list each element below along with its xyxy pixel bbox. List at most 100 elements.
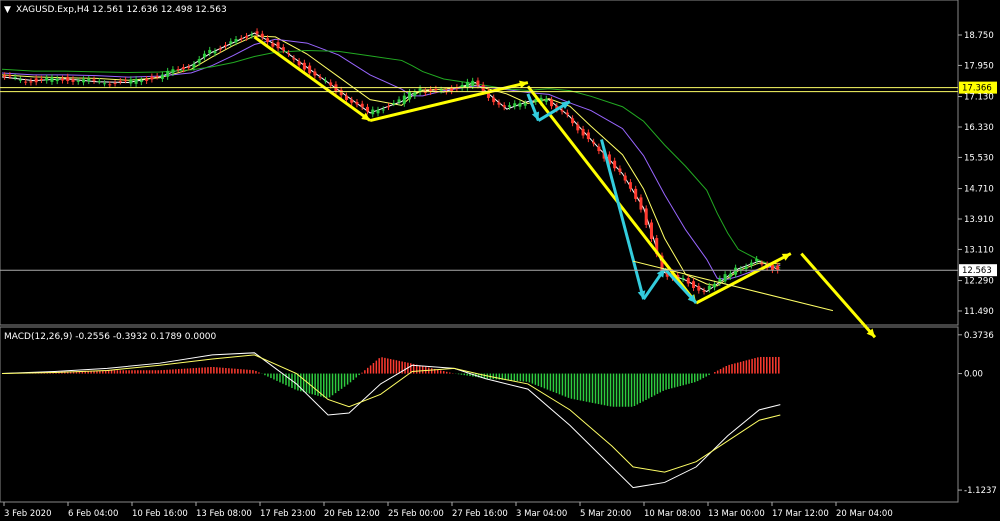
price-tick-label: 14.710: [964, 185, 994, 195]
candle-body: [618, 168, 622, 172]
candle-body: [323, 80, 327, 82]
time-tick-label: 3 Feb 2020: [4, 509, 52, 519]
candle-body: [234, 39, 238, 43]
candle-body: [544, 98, 548, 102]
candle-body: [760, 263, 764, 265]
candle-body: [408, 92, 412, 100]
candle-body: [166, 70, 170, 77]
collapse-triangle-icon[interactable]: ▼: [4, 5, 11, 15]
candle-body: [744, 266, 748, 270]
candle-body: [723, 274, 727, 282]
candle-body: [192, 64, 196, 68]
candle-body: [92, 79, 96, 81]
candle-body: [202, 53, 206, 58]
time-tick-label: 10 Feb 16:00: [132, 509, 188, 519]
candle-body: [287, 53, 291, 55]
candle-body: [713, 283, 717, 288]
time-tick-label: 20 Mar 04:00: [836, 509, 893, 519]
candle-body: [749, 262, 753, 266]
candle-body: [171, 69, 175, 73]
candle-body: [218, 48, 222, 50]
candle-body: [103, 83, 107, 85]
horizontal-levels: 17.36612.563: [0, 81, 997, 277]
candle-body: [118, 81, 122, 83]
candle-body: [597, 146, 601, 152]
candle-body: [29, 81, 33, 83]
price-tick-label: 17.950: [964, 61, 994, 71]
candle-body: [229, 41, 233, 44]
candle-body: [308, 65, 312, 74]
candle-body: [113, 83, 117, 85]
candle-body: [649, 222, 653, 239]
candle-body: [8, 75, 12, 77]
ma-purple-line: [1, 38, 781, 280]
candle-body: [502, 105, 506, 108]
candle-body: [376, 109, 380, 114]
candle-body: [755, 259, 759, 262]
candle-body: [639, 197, 643, 210]
ma-yellow-line: [1, 35, 781, 287]
candle-body: [434, 88, 438, 91]
price-tick-label: 12.290: [964, 277, 994, 287]
arrow-drop-1: [253, 35, 371, 122]
candle-body: [497, 102, 501, 105]
candle-body: [550, 99, 554, 107]
candle-body: [439, 89, 443, 91]
candle-body: [360, 103, 364, 107]
macd-panel-frame: [0, 326, 959, 503]
candle-body: [465, 81, 469, 88]
macd-tick-label: 0.00: [964, 370, 983, 380]
time-tick-label: 5 Mar 20:00: [580, 509, 631, 519]
candle-body: [387, 106, 391, 108]
trend-line: [632, 260, 834, 312]
candle-body: [281, 47, 285, 51]
candle-body: [318, 77, 322, 79]
time-tick-label: 10 Mar 08:00: [644, 509, 701, 519]
candle-body: [339, 89, 343, 96]
candle-body: [581, 128, 585, 136]
candle-body: [350, 99, 354, 103]
candle-body: [481, 84, 485, 92]
candle-body: [344, 95, 348, 101]
price-tick-label: 16.330: [964, 123, 994, 133]
candle-body: [492, 97, 496, 103]
time-tick-label: 3 Mar 04:00: [516, 509, 567, 519]
candle-body: [129, 79, 133, 84]
candle-body: [518, 103, 522, 107]
candle-body: [145, 78, 149, 81]
price-tick-label: 15.530: [964, 153, 994, 163]
candle-body: [392, 103, 396, 105]
symbol-header: XAGUSD.Exp,H4 12.561 12.636 12.498 12.56…: [16, 5, 227, 15]
candle-body: [507, 105, 511, 107]
price-tick-label: 13.110: [964, 245, 994, 255]
arrow-cyan-3: [600, 139, 646, 300]
candle-body: [692, 281, 696, 289]
candle-body: [250, 34, 254, 36]
macd-histogram: [2, 356, 780, 407]
candle-body: [3, 75, 7, 77]
candle-body: [187, 67, 191, 69]
candle-body: [276, 42, 280, 49]
time-tick-label: 27 Feb 16:00: [452, 509, 508, 519]
arrow-rise-2: [695, 252, 792, 305]
candle-body: [271, 43, 275, 47]
candle-body: [686, 278, 690, 284]
price-tick-label: 11.490: [964, 307, 994, 317]
time-tick-label: 17 Mar 12:00: [772, 509, 829, 519]
candle-body: [55, 78, 59, 82]
price-tick-label: 17.130: [964, 93, 994, 103]
time-tick-label: 13 Feb 08:00: [196, 509, 252, 519]
candle-body: [50, 77, 54, 82]
candle-body: [34, 78, 38, 83]
candle-body: [87, 78, 91, 82]
candle-body: [644, 208, 648, 225]
chart-canvas: 17.36612.563 18.750 17.950 17.130 16.330 15.…: [0, 0, 997, 519]
candle-body: [181, 67, 185, 70]
candle-body: [728, 273, 732, 277]
moving-average-lines: [1, 32, 781, 293]
candle-body: [60, 78, 64, 81]
candle-body: [365, 106, 369, 112]
candle-body: [24, 81, 28, 83]
candle-body: [381, 109, 385, 111]
candle-body: [66, 76, 70, 81]
